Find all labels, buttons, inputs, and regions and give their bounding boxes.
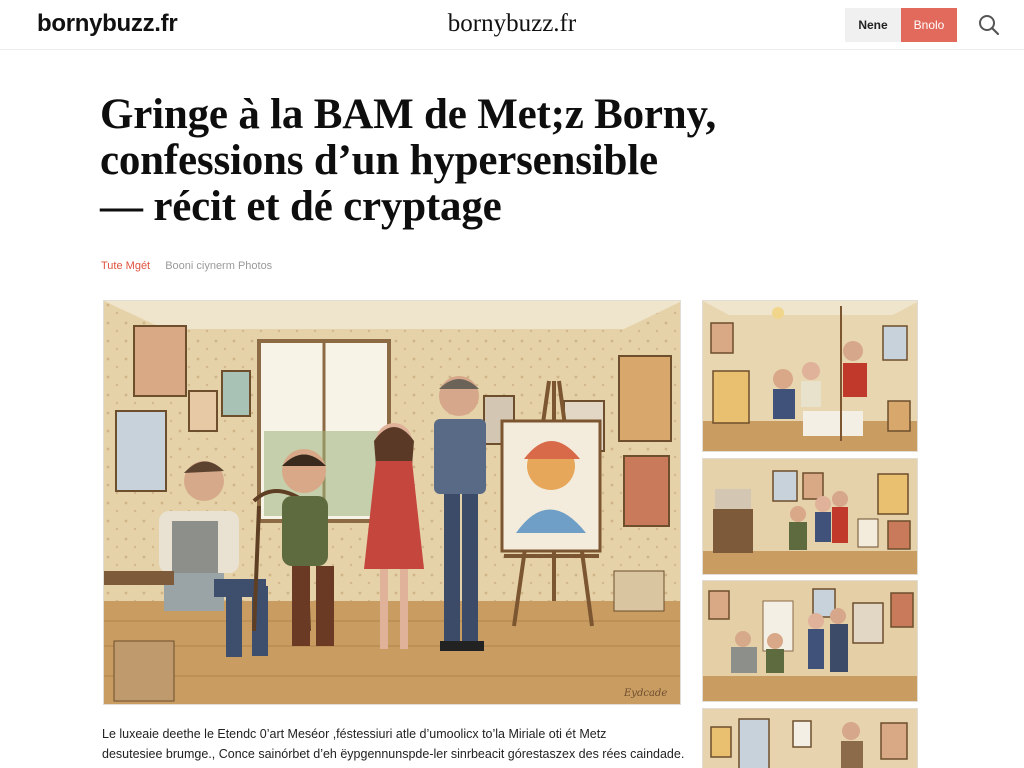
thumbnail-2[interactable] bbox=[702, 458, 918, 575]
headline-line-1: Gringe à la BAM de Met;z Borny, bbox=[100, 91, 716, 138]
nene-button[interactable]: Nene bbox=[845, 8, 901, 42]
article-headline: Gringe à la BAM de Met;z Borny, confessi… bbox=[100, 92, 860, 230]
body-paragraph-line-1: Le luxeaie deethe le Etendc 0’art Meséor… bbox=[102, 727, 607, 741]
photo-credit: Booni ciynerm Photos bbox=[165, 260, 273, 272]
thumbnail-3[interactable] bbox=[702, 580, 918, 702]
svg-text:Eydcade: Eydcade bbox=[623, 688, 667, 699]
body-paragraph-line-2: desutesiee brumge., Conce sainórbet d’eh… bbox=[102, 747, 685, 761]
author-link[interactable]: Tute Mgét bbox=[101, 260, 150, 272]
site-header: bornybuzz.fr bornybuzz.fr Nene Bnolo bbox=[0, 0, 1024, 50]
thumbnail-4[interactable] bbox=[702, 708, 918, 768]
main-illustration[interactable]: Eydcade bbox=[103, 300, 681, 705]
article-body: Le luxeaie deethe le Etendc 0’art Meséor… bbox=[102, 724, 702, 764]
thumbnail-1[interactable] bbox=[702, 300, 918, 452]
site-title-link[interactable]: bornybuzz.fr bbox=[448, 10, 576, 37]
site-logo[interactable]: bornybuzz.fr bbox=[37, 10, 178, 38]
headline-line-3: — récit et dé cryptage bbox=[100, 183, 502, 230]
headline-line-2: confessions d’un hypersensible bbox=[100, 137, 658, 184]
search-icon[interactable] bbox=[976, 12, 1002, 38]
article-meta: Tute Mgét Booni ciynerm Photos bbox=[101, 260, 272, 272]
bnolo-button[interactable]: Bnolo bbox=[901, 8, 957, 42]
